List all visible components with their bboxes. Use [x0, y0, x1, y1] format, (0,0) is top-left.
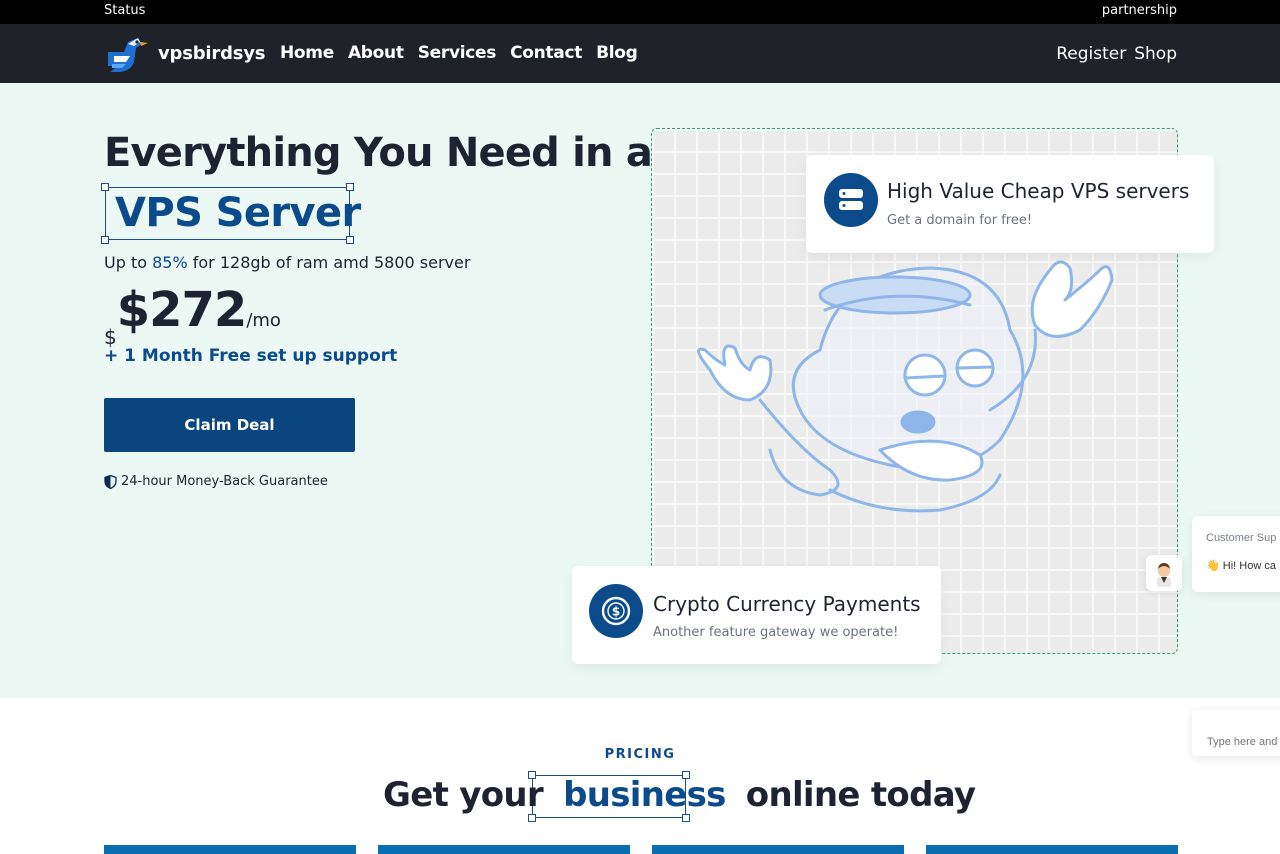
price-amount: $272 [116, 282, 248, 338]
nav-services[interactable]: Services [418, 43, 497, 63]
nav-actions: Register Shop [1056, 44, 1177, 64]
bird-logo-icon[interactable] [104, 32, 150, 76]
vps-feature-card: High Value Cheap VPS servers Get a domai… [806, 155, 1214, 253]
hero-price: $$272/mo [104, 282, 281, 349]
nav-menu: Home About Services Contact Blog [280, 43, 638, 63]
mascot-illustration [697, 260, 1114, 513]
chat-greeting: 👋 Hi! How ca [1206, 560, 1276, 572]
subline-prefix: Up to [104, 253, 153, 272]
pricing-card[interactable] [652, 845, 904, 854]
partnership-link[interactable]: partnership [1102, 3, 1177, 18]
money-back-guarantee: 24-hour Money-Back Guarantee [104, 474, 328, 489]
selection-handle [346, 236, 354, 244]
price-period: /mo [246, 310, 281, 331]
vps-card-title: High Value Cheap VPS servers [887, 179, 1190, 203]
discount-percent: 85% [152, 253, 188, 272]
main-navbar: vpsbirdsys Home About Services Contact B… [0, 24, 1280, 83]
guarantee-text: 24-hour Money-Back Guarantee [121, 474, 328, 489]
hero-headline: Everything You Need in a [104, 130, 653, 176]
shield-icon [104, 474, 117, 489]
hero-bonus: + 1 Month Free set up support [104, 346, 398, 366]
hero-subline: Up to 85% for 128gb of ram amd 5800 serv… [104, 253, 470, 272]
nav-home[interactable]: Home [280, 43, 334, 63]
selection-handle [101, 236, 109, 244]
selection-handle [682, 814, 690, 822]
svg-text:$: $ [612, 605, 620, 619]
crypto-card-desc: Another feature gateway we operate! [653, 625, 899, 640]
status-link[interactable]: Status [104, 3, 145, 18]
claim-deal-button[interactable]: Claim Deal [104, 398, 355, 452]
chat-header: Customer Sup [1206, 532, 1277, 544]
nav-contact[interactable]: Contact [510, 43, 582, 63]
pricing-title-before: Get your [383, 775, 555, 815]
crypto-card-title: Crypto Currency Payments [653, 592, 921, 616]
support-chat-popup[interactable]: Customer Sup 👋 Hi! How ca [1192, 516, 1280, 592]
dollar-icon-badge: $ [589, 584, 643, 638]
top-bar: Status partnership [0, 0, 1280, 24]
hero-headline-highlight: VPS Server [115, 190, 361, 236]
pricing-title-highlight: business [563, 775, 726, 815]
pricing-eyebrow: PRICING [604, 747, 676, 762]
selection-handle [101, 183, 109, 191]
vps-card-desc: Get a domain for free! [887, 213, 1033, 228]
pricing-card[interactable] [926, 845, 1178, 854]
selection-handle [528, 814, 536, 822]
subline-suffix: for 128gb of ram amd 5800 server [187, 253, 471, 272]
nav-about[interactable]: About [348, 43, 404, 63]
dollar-coin-icon: $ [601, 596, 631, 626]
support-agent-avatar[interactable] [1146, 555, 1182, 591]
shop-link[interactable]: Shop [1134, 44, 1177, 64]
brand-name[interactable]: vpsbirdsys [158, 43, 266, 64]
pricing-card[interactable] [378, 845, 630, 854]
pricing-title-after: online today [734, 775, 976, 815]
server-icon-badge [824, 173, 878, 227]
crypto-feature-card: $ Crypto Currency Payments Another featu… [572, 566, 941, 664]
pricing-title: Get your business online today [383, 775, 976, 815]
agent-avatar-icon [1157, 563, 1171, 587]
register-link[interactable]: Register [1056, 44, 1126, 64]
pricing-card[interactable] [104, 845, 356, 854]
server-icon [839, 189, 863, 210]
nav-blog[interactable]: Blog [596, 43, 638, 63]
